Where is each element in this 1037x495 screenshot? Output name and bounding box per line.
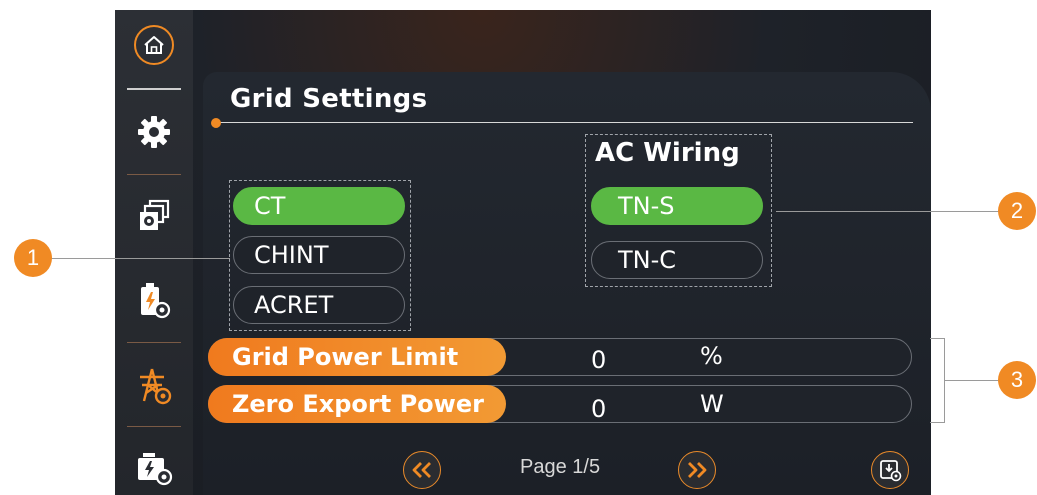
- page-indicator: Page 1/5: [520, 456, 601, 478]
- ac-wiring-option-tn-s[interactable]: TN-S: [591, 187, 763, 225]
- gear-icon: [138, 116, 170, 148]
- meter-option-acret[interactable]: ACRET: [233, 286, 405, 324]
- page-title: Grid Settings: [230, 84, 428, 114]
- title-marker: [211, 118, 221, 128]
- generator-settings-icon: [138, 453, 173, 486]
- save-settings-button[interactable]: [871, 451, 909, 489]
- sidebar-divider: [127, 174, 181, 175]
- sidebar-item-battery-settings[interactable]: [115, 274, 193, 326]
- grid-settings-icon: [140, 368, 172, 405]
- sidebar: [115, 10, 193, 495]
- prev-page-button[interactable]: [403, 451, 441, 489]
- next-page-button[interactable]: [678, 451, 716, 489]
- sidebar-item-system-settings[interactable]: [115, 190, 193, 242]
- device-screen: Grid Settings CT CHINT ACRET AC Wiring T…: [115, 10, 931, 495]
- callout-2-line: [776, 211, 1000, 212]
- callout-3-bracket-top: [930, 338, 944, 339]
- double-chevron-right-icon: [688, 462, 707, 478]
- battery-settings-icon: [141, 283, 171, 319]
- zero-export-power-value[interactable]: 0: [591, 390, 606, 428]
- sidebar-divider: [127, 426, 181, 427]
- grid-power-limit-value[interactable]: 0: [591, 341, 606, 379]
- sidebar-divider: [127, 342, 181, 343]
- callout-3-bracket-bottom: [930, 422, 944, 423]
- callout-3-badge: 3: [998, 361, 1036, 399]
- zero-export-power-label: Zero Export Power: [208, 385, 506, 423]
- zero-export-power-unit: W: [700, 390, 724, 418]
- grid-power-limit-label: Grid Power Limit: [208, 338, 506, 376]
- meter-option-ct[interactable]: CT: [233, 187, 405, 225]
- home-icon: [134, 25, 174, 65]
- sidebar-item-basic-settings[interactable]: [115, 106, 193, 158]
- home-button[interactable]: [115, 22, 193, 68]
- ac-wiring-title: AC Wiring: [595, 138, 740, 168]
- system-settings-icon: [140, 199, 170, 230]
- ac-wiring-option-tn-c[interactable]: TN-C: [591, 241, 763, 279]
- callout-1-line: [50, 258, 230, 259]
- callout-3-line: [944, 380, 1000, 381]
- title-underline: [217, 122, 913, 123]
- sidebar-item-grid-settings[interactable]: [115, 360, 193, 412]
- save-settings-icon: [880, 460, 902, 482]
- double-chevron-left-icon: [412, 462, 431, 478]
- meter-option-chint[interactable]: CHINT: [233, 236, 405, 274]
- callout-1-badge: 1: [14, 239, 52, 277]
- callout-2-badge: 2: [998, 192, 1036, 230]
- sidebar-item-generator-settings[interactable]: [115, 442, 193, 494]
- grid-power-limit-unit: %: [700, 342, 723, 370]
- sidebar-divider: [127, 88, 181, 90]
